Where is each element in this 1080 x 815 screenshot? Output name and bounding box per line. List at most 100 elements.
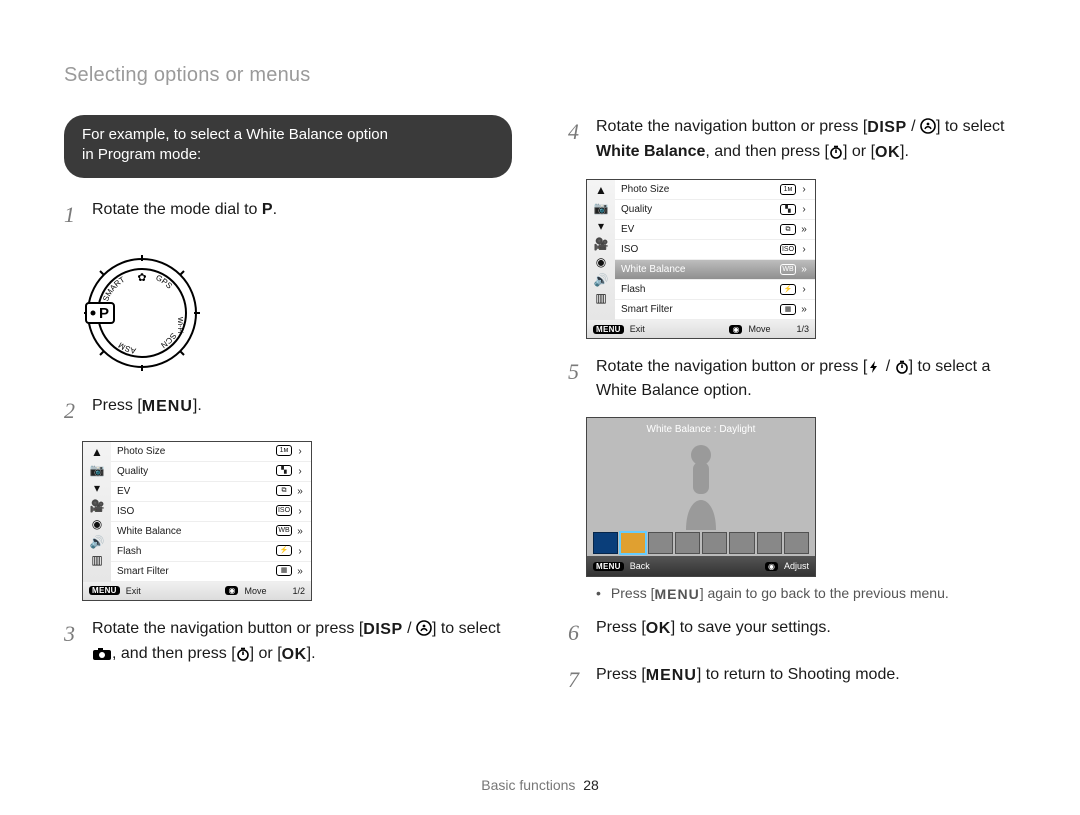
wb-option-daylight xyxy=(620,532,645,554)
foot-move: Move xyxy=(748,324,770,334)
foot-page: 1/3 xyxy=(796,324,809,334)
menu-row: Quality▚› xyxy=(111,462,311,482)
foot-page: 1/2 xyxy=(292,586,305,596)
person-silhouette xyxy=(666,440,736,530)
menu-list: Photo Size1ᴍ› Quality▚› EV⧉» ISOISO› Whi… xyxy=(111,442,311,582)
wb-option-fluorescent-l xyxy=(702,532,727,554)
svg-text:ASM: ASM xyxy=(117,340,137,355)
step-body: Rotate the mode dial to P. xyxy=(92,198,512,231)
page-footer: Basic functions 28 xyxy=(0,777,1080,793)
step-1: 1 Rotate the mode dial to P. xyxy=(64,198,512,231)
macro-icon xyxy=(920,118,936,134)
step-text: . xyxy=(273,201,277,218)
menu-side-tabs: ▲ 📷 ▾ 🎥 ◉ 🔊 ▥ xyxy=(83,442,111,582)
left-column: For example, to select a White Balance o… xyxy=(64,115,512,710)
step-text: ] to select xyxy=(432,620,500,637)
wb-option-custom xyxy=(757,532,782,554)
menu-footer: MENU Exit ◉ Move 1/2 xyxy=(83,582,311,600)
example-callout: For example, to select a White Balance o… xyxy=(64,115,512,178)
svg-text:✿: ✿ xyxy=(137,272,146,284)
step-4: 4 Rotate the navigation button or press … xyxy=(568,115,1016,165)
menu-row-selected: White BalanceWB» xyxy=(615,260,815,280)
menu-tag-icon: MENU xyxy=(593,325,624,334)
menu-button-glyph: MENU xyxy=(646,664,697,688)
footer-section: Basic functions xyxy=(481,777,575,793)
foot-exit: Exit xyxy=(630,324,645,334)
menu-button-glyph: MENU xyxy=(142,395,193,419)
step-text: Rotate the navigation button or press [ xyxy=(596,358,867,375)
disp-button-glyph: DISP xyxy=(363,618,402,642)
step-text: Rotate the mode dial to xyxy=(92,201,262,218)
menu-side-tabs: ▲ 📷 ▾ 🎥 ◉ 🔊 ▥ xyxy=(587,180,615,320)
step-7: 7 Press [MENU] to return to Shooting mod… xyxy=(568,663,1016,696)
video-icon: 🎥 xyxy=(90,500,105,512)
display-icon: ▥ xyxy=(595,292,606,304)
step-text: ] or [ xyxy=(250,645,282,662)
step-body: Rotate the navigation button or press [D… xyxy=(596,115,1016,165)
camera-solid-icon: 📷 xyxy=(594,202,609,214)
wb-option-k xyxy=(784,532,809,554)
step-text: ]. xyxy=(900,143,909,160)
menu-row: Flash⚡› xyxy=(615,280,815,300)
step-5: 5 Rotate the navigation button or press … xyxy=(568,355,1016,403)
video-icon: 🎥 xyxy=(594,238,609,250)
mode-dial-selected: P xyxy=(99,305,109,322)
menu-row: EV⧉» xyxy=(615,220,815,240)
wb-title: White Balance : Daylight xyxy=(587,418,815,435)
white-balance-label: White Balance xyxy=(596,143,705,160)
step-text: Rotate the navigation button or press [ xyxy=(92,620,363,637)
wb-option-strip xyxy=(593,532,809,554)
menu-footer: MENU Exit ◉ Move 1/3 xyxy=(587,320,815,338)
flash-icon xyxy=(867,360,881,374)
menu-row: White BalanceWB» xyxy=(111,522,311,542)
slash: / xyxy=(403,620,416,637)
camera-icon: ▲ xyxy=(595,184,607,196)
menu-row: Photo Size1ᴍ› xyxy=(111,442,311,462)
menu-row: Smart Filter▦» xyxy=(111,562,311,582)
menu-row: EV⧉» xyxy=(111,482,311,502)
menu-row: ISOISO› xyxy=(615,240,815,260)
sound-icon: ◉ xyxy=(596,256,606,268)
nav-button-icon: ◉ xyxy=(225,586,238,595)
step-text: Press [ xyxy=(596,666,646,683)
speaker-icon: 🔊 xyxy=(90,536,105,548)
note: • Press [MENU] again to go back to the p… xyxy=(596,585,1016,602)
speaker-icon: 🔊 xyxy=(594,274,609,286)
camera-menu-screenshot-b: ▲ 📷 ▾ 🎥 ◉ 🔊 ▥ Photo Size1ᴍ› Quality▚› EV… xyxy=(586,179,816,339)
callout-line-1: For example, to select a White Balance o… xyxy=(82,125,494,145)
mode-dial-illustration: P SMART GPS Wi-Fi SCN ASM ✿ xyxy=(82,253,202,373)
callout-line-2: in Program mode: xyxy=(82,145,494,165)
note-text: Press [ xyxy=(611,585,655,601)
step-body: Press [OK] to save your settings. xyxy=(596,616,1016,649)
two-column-layout: For example, to select a White Balance o… xyxy=(64,115,1016,710)
step-body: Press [MENU]. xyxy=(92,394,512,427)
page: Selecting options or menus For example, … xyxy=(0,0,1080,815)
step-text: ] to select xyxy=(936,118,1004,135)
menu-row: Photo Size1ᴍ› xyxy=(615,180,815,200)
slash: / xyxy=(907,118,920,135)
camera-icon: ▲ xyxy=(91,446,103,458)
wb-option-cloudy xyxy=(648,532,673,554)
step-6: 6 Press [OK] to save your settings. xyxy=(568,616,1016,649)
step-text: , and then press [ xyxy=(112,645,236,662)
menu-tag-icon: MENU xyxy=(593,562,624,571)
step-text: Rotate the navigation button or press [ xyxy=(596,118,867,135)
menu-button-glyph: MENU xyxy=(654,586,699,602)
note-body: Press [MENU] again to go back to the pre… xyxy=(611,585,949,602)
foot-exit: Exit xyxy=(126,586,141,596)
wb-adjust: Adjust xyxy=(784,561,809,571)
camera-icon xyxy=(92,647,112,661)
step-text: ] to return to Shooting mode. xyxy=(697,666,900,683)
menu-row: Quality▚› xyxy=(615,200,815,220)
menu-row: Flash⚡› xyxy=(111,542,311,562)
step-text: ] or [ xyxy=(843,143,875,160)
step-number: 3 xyxy=(64,617,80,667)
display-icon: ▥ xyxy=(91,554,102,566)
bullet: • xyxy=(596,585,601,602)
mode-dial-label: ASM xyxy=(117,340,137,355)
footer-page: 28 xyxy=(583,777,599,793)
step-2: 2 Press [MENU]. xyxy=(64,394,512,427)
step-body: Rotate the navigation button or press [D… xyxy=(92,617,512,667)
step-number: 5 xyxy=(568,355,584,403)
step-text: Press [ xyxy=(596,619,646,636)
